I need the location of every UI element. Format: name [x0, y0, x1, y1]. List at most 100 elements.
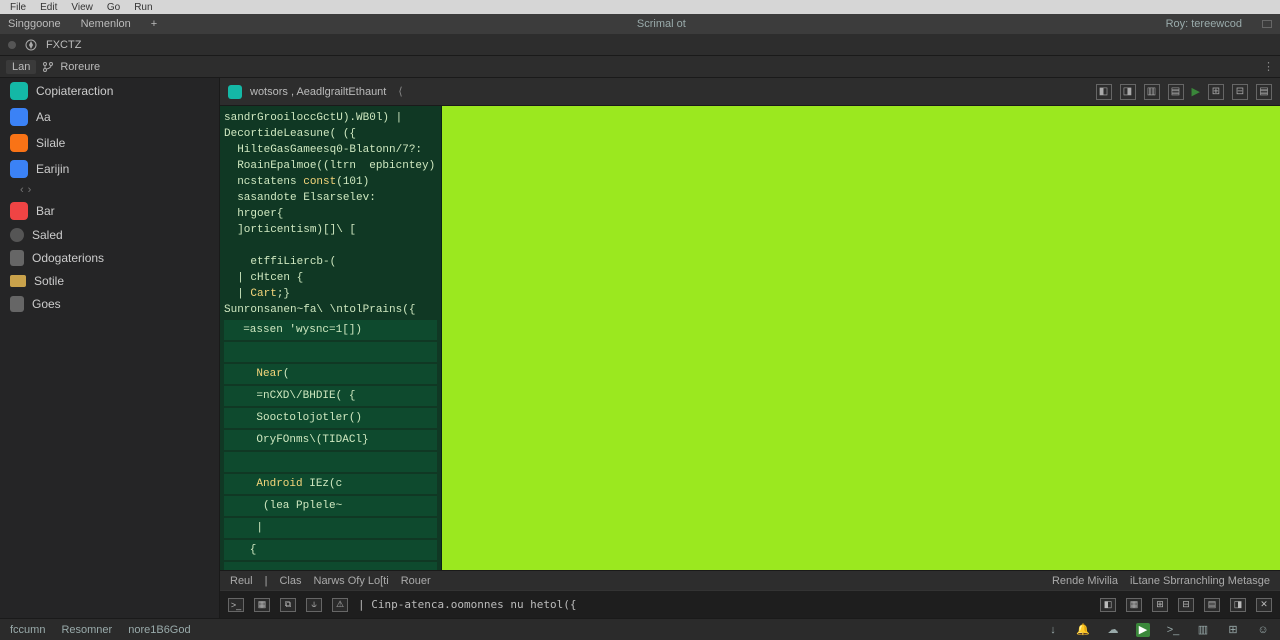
panel-icon[interactable]: ▦: [1126, 598, 1142, 612]
status-item: iLtane Sbrranchling Metasge: [1130, 575, 1270, 587]
footer-item[interactable]: nore1B6God: [128, 624, 190, 636]
code-editor[interactable]: sandrGrooiloccGctU).WB0l) |DecortideLeas…: [220, 106, 442, 570]
grid-icon[interactable]: ⊞: [1226, 623, 1240, 637]
cloud-icon[interactable]: ☁: [1106, 623, 1120, 637]
more-icon[interactable]: ▤: [1256, 84, 1272, 100]
panel-icon[interactable]: ▤: [1204, 598, 1220, 612]
panel-icon[interactable]: ⊞: [1152, 598, 1168, 612]
terminal-panel: >_ ▦ ⧉ ⫝ ⚠ | Cinp-atenca.oomonnes nu het…: [220, 590, 1280, 618]
sidebar-item-label: Aa: [36, 110, 51, 124]
bell-icon[interactable]: 🔔: [1076, 623, 1090, 637]
footer-item[interactable]: Resomner: [61, 624, 112, 636]
person-icon[interactable]: ☺: [1256, 623, 1270, 637]
sidebar-item-label: Odogaterions: [32, 251, 104, 265]
status-item[interactable]: Clas: [279, 575, 301, 587]
panel-right-icon[interactable]: ◨: [1120, 84, 1136, 100]
sidebar-item[interactable]: Copiateraction: [0, 78, 219, 104]
sidebar-item[interactable]: Bar: [0, 198, 219, 224]
split-horizontal-icon[interactable]: ▤: [1168, 84, 1184, 100]
status-item: Rende Mivilia: [1052, 575, 1118, 587]
sidebar-item-label: Earijin: [36, 162, 69, 176]
debug-icon[interactable]: ⧉: [280, 598, 296, 612]
app-menu-item[interactable]: Singgoone: [8, 18, 61, 30]
sidebar-item[interactable]: Saled: [0, 224, 219, 246]
more-icon[interactable]: ⋮: [1263, 60, 1274, 73]
panel-icon[interactable]: ◧: [1100, 598, 1116, 612]
split-vertical-icon[interactable]: ▥: [1144, 84, 1160, 100]
app-menu-item[interactable]: Nemenlon: [81, 18, 131, 30]
app-title-right: Roy: tereewcod: [1166, 18, 1242, 30]
activity-dot-icon: [8, 41, 16, 49]
os-menu-run[interactable]: Run: [134, 2, 152, 13]
editor-tabbar: wotsors , AeadlgrailtEthaunt ⟨ ◧ ◨ ▥ ▤ ▶…: [220, 78, 1280, 106]
status-item[interactable]: Narws Ofy Lo[ti: [314, 575, 389, 587]
app-menubar: Singgoone Nemenlon + Scrimal ot Roy: ter…: [0, 14, 1280, 34]
panel-left-icon[interactable]: ◧: [1096, 84, 1112, 100]
close-icon[interactable]: ⟨: [398, 85, 402, 98]
sidebar-item[interactable]: Aa: [0, 104, 219, 130]
sync-icon[interactable]: ↓: [1046, 623, 1060, 637]
sidebar-item[interactable]: Silale: [0, 130, 219, 156]
file-icon: [228, 85, 242, 99]
status-item[interactable]: Rouer: [401, 575, 431, 587]
close-icon[interactable]: ✕: [1256, 598, 1272, 612]
branch-icon[interactable]: [42, 61, 54, 73]
sidebar-item-label: Copiateraction: [36, 84, 113, 98]
footer-item[interactable]: fccumn: [10, 624, 45, 636]
sidebar: Copiateraction Aa Silale Earijin ‹ › Bar…: [0, 78, 220, 618]
titlebar: FXCTZ: [0, 34, 1280, 56]
status-item[interactable]: Reul: [230, 575, 253, 587]
sidebar-item-label: Sotile: [34, 274, 64, 288]
layout-icon[interactable]: ▥: [1196, 623, 1210, 637]
folder-icon: [10, 275, 26, 287]
expand-indicator[interactable]: ‹ ›: [0, 182, 219, 198]
editor-split: sandrGrooiloccGctU).WB0l) |DecortideLeas…: [220, 106, 1280, 570]
sidebar-item[interactable]: Sotile: [0, 270, 219, 292]
sidebar-item-label: Bar: [36, 204, 55, 218]
chevron-left-icon: ‹: [20, 184, 24, 196]
compass-icon[interactable]: [24, 38, 38, 52]
app-title-center: Scrimal ot: [177, 18, 1145, 30]
layout-alt-icon[interactable]: ⊟: [1232, 84, 1248, 100]
terminal-icon[interactable]: >_: [228, 598, 244, 612]
os-menu-file[interactable]: File: [10, 2, 26, 13]
database-icon: [10, 296, 24, 312]
ports-icon[interactable]: ⫝: [306, 598, 322, 612]
project-row: Lan Roreure ⋮: [0, 56, 1280, 78]
dot-icon: [10, 228, 24, 242]
terminal-prompt[interactable]: | Cinp-atenca.oomonnes nu hetol({: [358, 598, 577, 611]
project-name: FXCTZ: [46, 39, 81, 51]
os-menu-go[interactable]: Go: [107, 2, 120, 13]
os-menu-edit[interactable]: Edit: [40, 2, 57, 13]
os-menu-view[interactable]: View: [71, 2, 93, 13]
database-icon: [10, 250, 24, 266]
sidebar-item[interactable]: Earijin: [0, 156, 219, 182]
app-menu-add[interactable]: +: [151, 18, 157, 30]
sidebar-item-label: Saled: [32, 228, 63, 242]
run-icon[interactable]: ▶: [1136, 623, 1150, 637]
os-menubar: File Edit View Go Run: [0, 0, 1280, 14]
module-icon: [10, 108, 28, 126]
layout-icon[interactable]: ⊞: [1208, 84, 1224, 100]
terminal-icon[interactable]: >_: [1166, 623, 1180, 637]
project-label: Roreure: [60, 61, 100, 73]
problems-icon[interactable]: ⚠: [332, 598, 348, 612]
chevron-right-icon: ›: [28, 184, 32, 196]
sidebar-item-label: Silale: [36, 136, 65, 150]
module-icon: [10, 82, 28, 100]
sidebar-item-label: Goes: [32, 297, 61, 311]
run-icon[interactable]: ▶: [1192, 85, 1200, 98]
sidebar-item[interactable]: Goes: [0, 292, 219, 316]
tab-label[interactable]: wotsors , AeadlgrailtEthaunt: [250, 86, 386, 98]
panel-icon[interactable]: ⊟: [1178, 598, 1194, 612]
window-maximize-icon[interactable]: [1262, 20, 1272, 28]
main-content: Copiateraction Aa Silale Earijin ‹ › Bar…: [0, 78, 1280, 618]
preview-pane[interactable]: [442, 106, 1280, 570]
footer-statusbar: fccumn Resomner nore1B6God ↓ 🔔 ☁ ▶ >_ ▥ …: [0, 618, 1280, 640]
panel-icon[interactable]: ◨: [1230, 598, 1246, 612]
project-tab[interactable]: Lan: [6, 60, 36, 74]
module-icon: [10, 202, 28, 220]
output-icon[interactable]: ▦: [254, 598, 270, 612]
sidebar-item[interactable]: Odogaterions: [0, 246, 219, 270]
module-icon: [10, 160, 28, 178]
